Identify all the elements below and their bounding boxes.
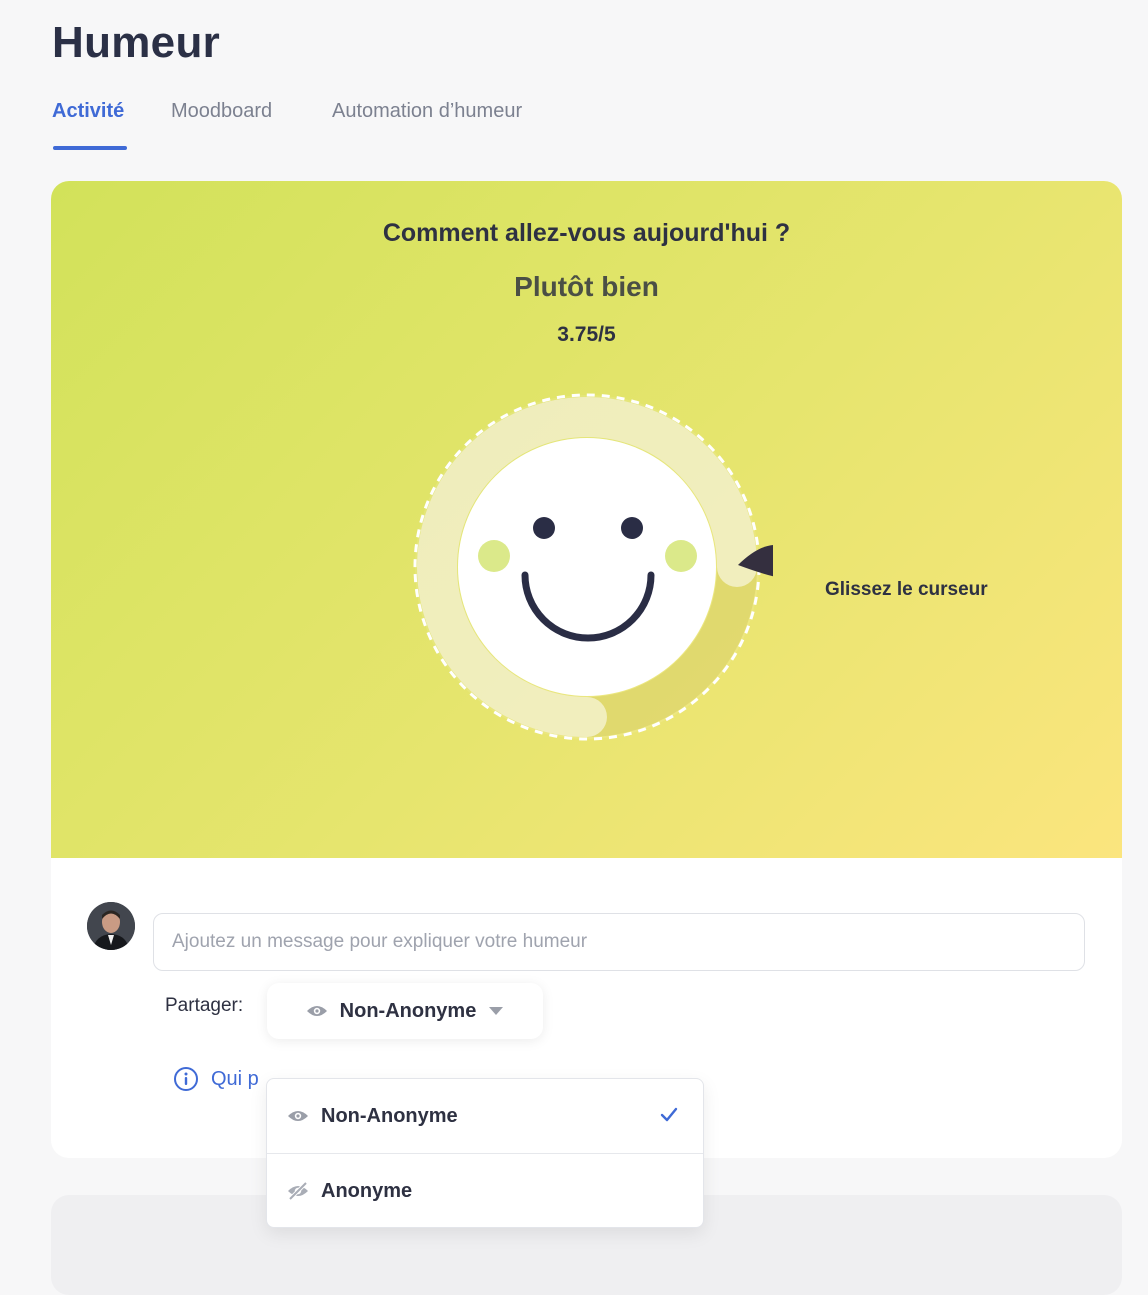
tab-automation-humeur[interactable]: Automation d’humeur	[332, 100, 522, 123]
smiley-right-eye	[621, 517, 643, 539]
option-anonyme[interactable]: Anonyme	[267, 1154, 703, 1228]
mood-score: 3.75/5	[557, 323, 616, 346]
smiley-left-eye	[533, 517, 555, 539]
eye-off-icon	[288, 1181, 308, 1201]
mood-label: Plutôt bien	[514, 271, 659, 302]
share-visibility-dropdown: Non-Anonyme Anonyme	[266, 1078, 704, 1228]
tab-activite[interactable]: Activité	[52, 100, 124, 123]
active-tab-indicator	[53, 146, 127, 150]
option-non-anonyme[interactable]: Non-Anonyme	[267, 1079, 703, 1154]
visibility-info-link[interactable]: Qui p	[211, 1068, 259, 1091]
mood-message-input[interactable]	[153, 913, 1085, 971]
mood-hero: Comment allez-vous aujourd'hui ? Plutôt …	[51, 181, 1122, 858]
tab-moodboard[interactable]: Moodboard	[171, 100, 272, 123]
slider-hint: Glissez le curseur	[825, 579, 988, 600]
mood-card: Comment allez-vous aujourd'hui ? Plutôt …	[51, 181, 1122, 1158]
info-icon	[174, 1067, 198, 1091]
check-icon	[660, 1107, 678, 1122]
smiley-right-cheek	[665, 540, 697, 572]
mood-dial	[413, 393, 773, 741]
option-non-anonyme-label: Non-Anonyme	[321, 1104, 458, 1127]
share-selected-value: Non-Anonyme	[339, 999, 477, 1022]
smiley-left-cheek	[478, 540, 510, 572]
mood-question: Comment allez-vous aujourd'hui ?	[382, 219, 791, 247]
caret-down-icon	[489, 1007, 504, 1015]
avatar	[87, 902, 135, 950]
visibility-info[interactable]: Qui p	[173, 1066, 259, 1092]
share-visibility-select[interactable]: Non-Anonyme	[267, 983, 543, 1039]
eye-icon	[288, 1111, 308, 1121]
avatar-image	[87, 902, 135, 950]
eye-icon	[306, 1006, 327, 1016]
share-label: Partager:	[165, 995, 244, 1016]
option-anonyme-label: Anonyme	[321, 1179, 413, 1202]
page-title: Humeur	[52, 18, 221, 67]
